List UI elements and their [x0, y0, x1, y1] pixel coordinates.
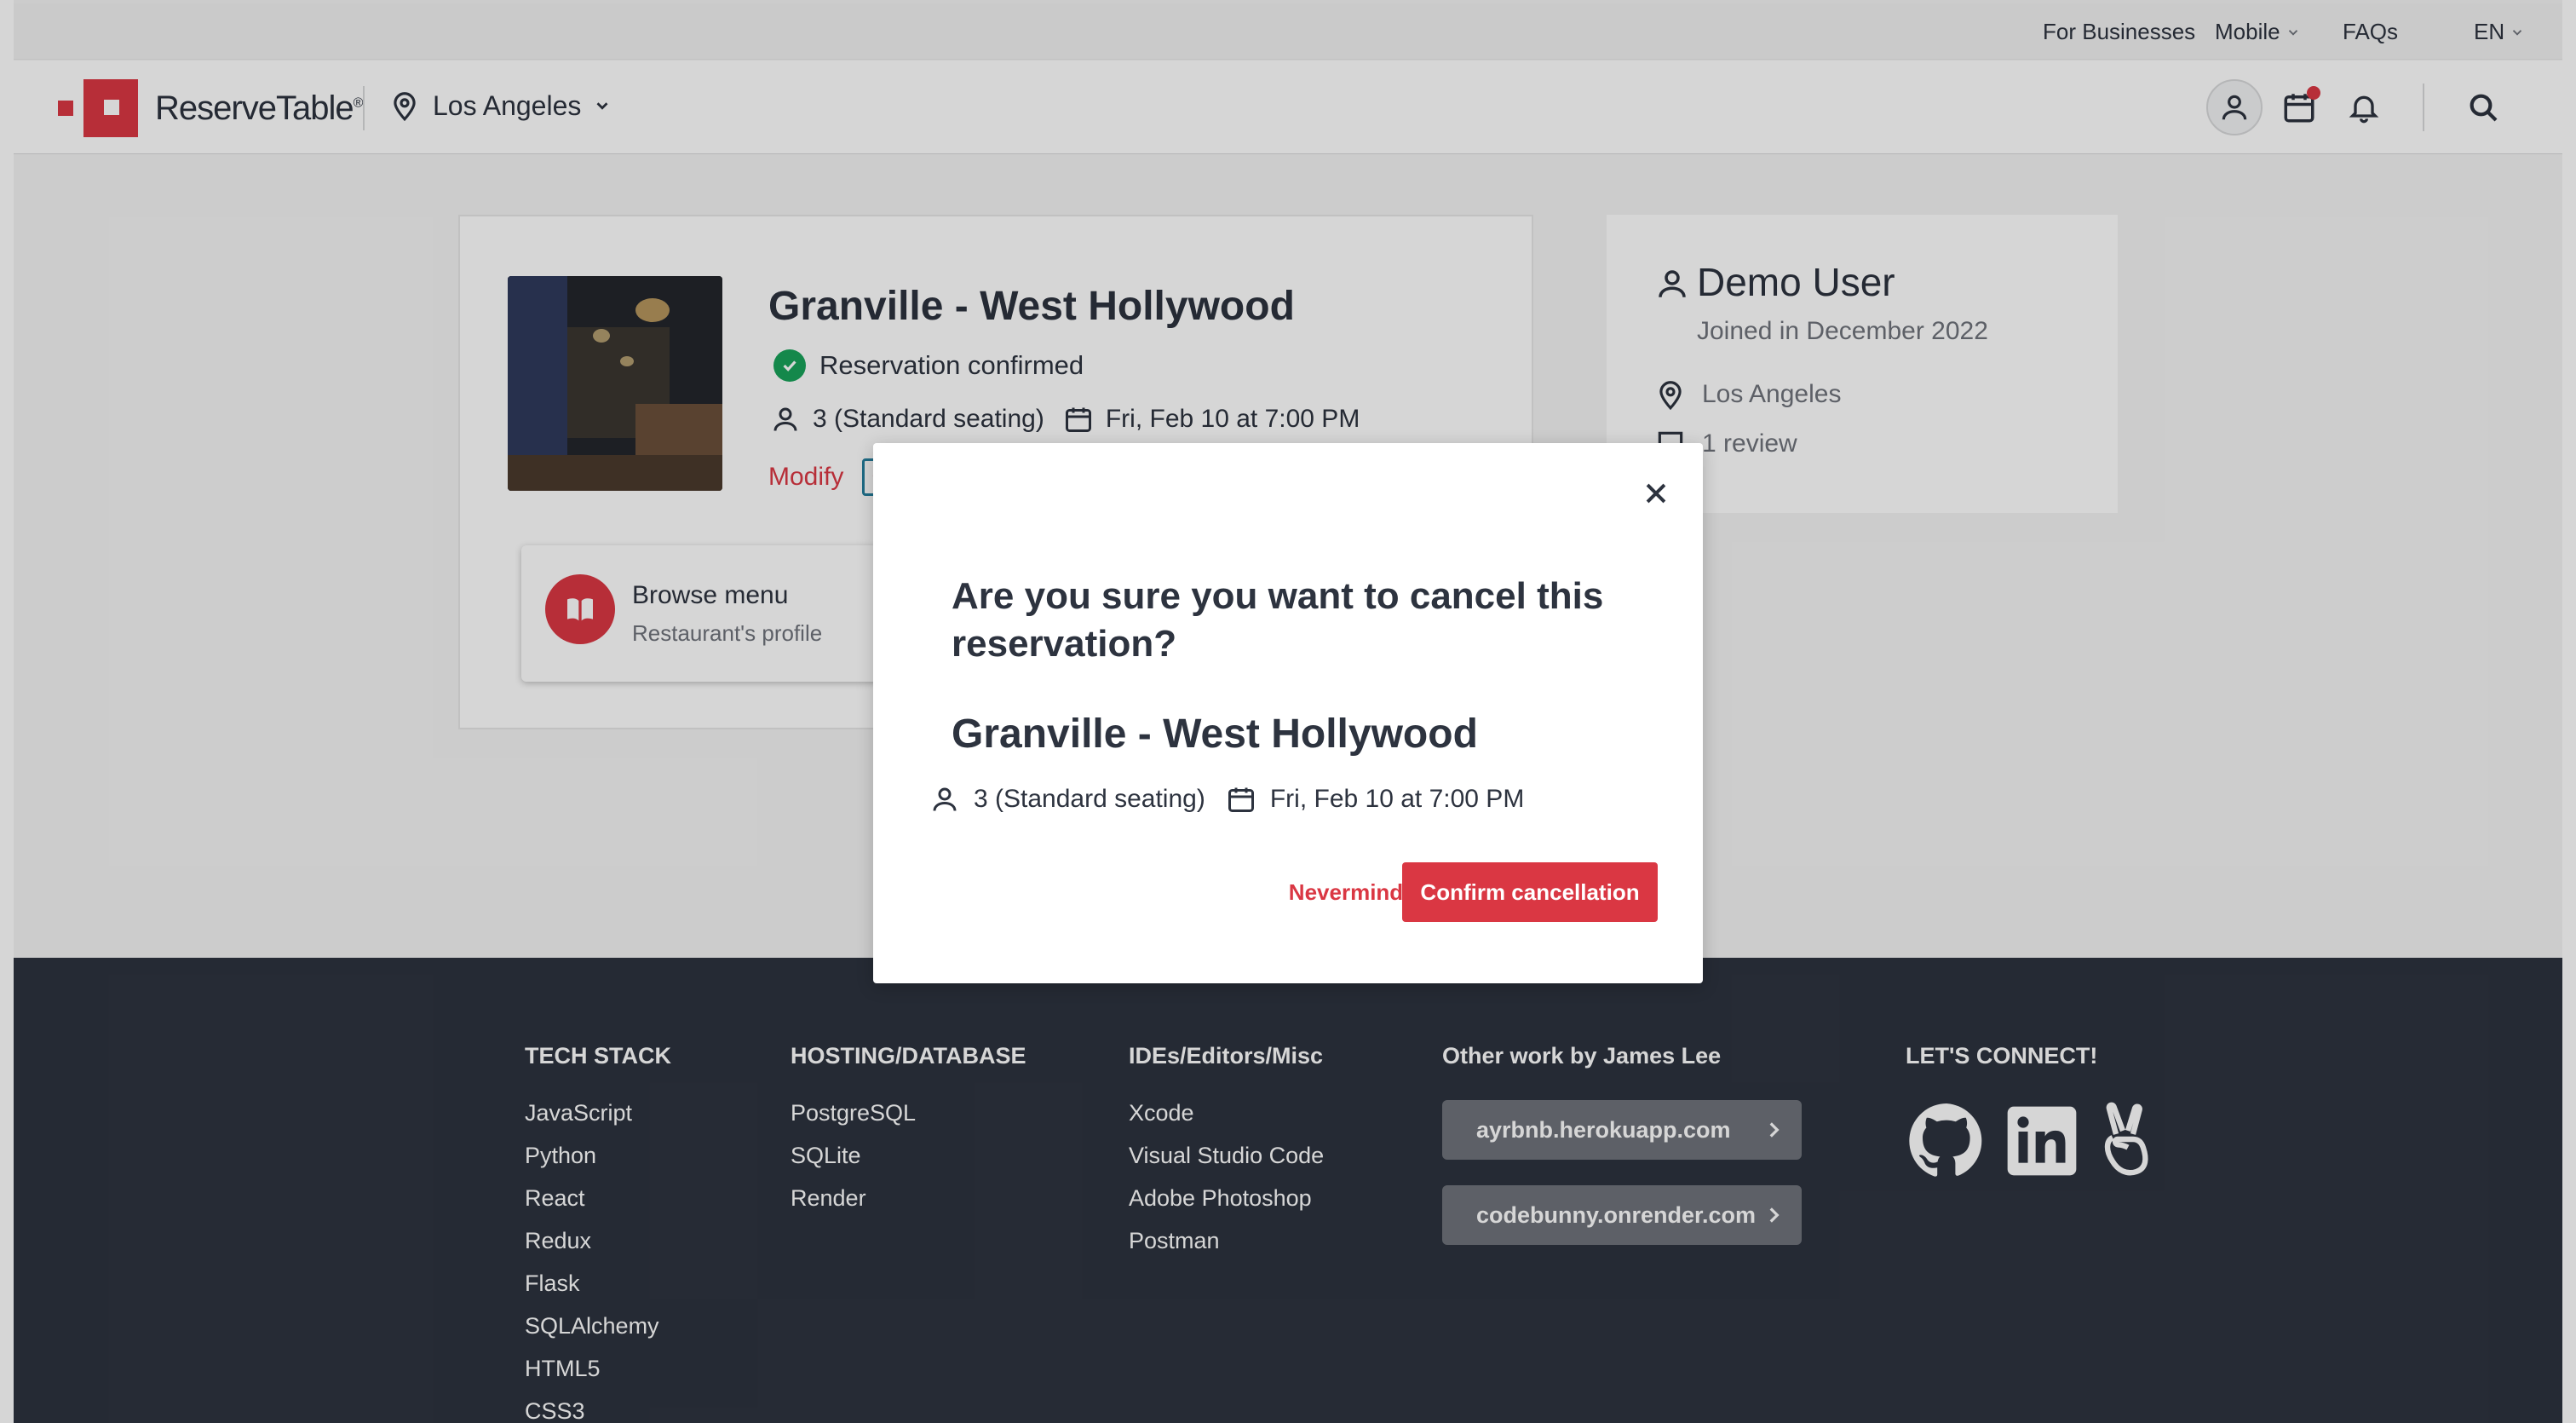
calendar-icon — [1228, 787, 1254, 812]
modal-datetime: Fri, Feb 10 at 7:00 PM — [1269, 785, 1525, 813]
modal-question: Are you sure you want to cancel this res… — [952, 575, 1604, 665]
modal-party-size: 3 (Standard seating) — [974, 785, 1205, 813]
confirm-cancellation-button[interactable]: Confirm cancellation — [1402, 862, 1658, 922]
close-button[interactable] — [1638, 475, 1674, 511]
cancel-reservation-modal: Are you sure you want to cancel this res… — [873, 443, 1703, 983]
user-icon — [933, 787, 957, 811]
modal-restaurant-name: Granville - West Hollywood — [952, 712, 1478, 757]
modal-reservation-meta: 3 (Standard seating) Fri, Feb 10 at 7:00… — [929, 784, 1524, 815]
close-icon — [1646, 483, 1666, 504]
